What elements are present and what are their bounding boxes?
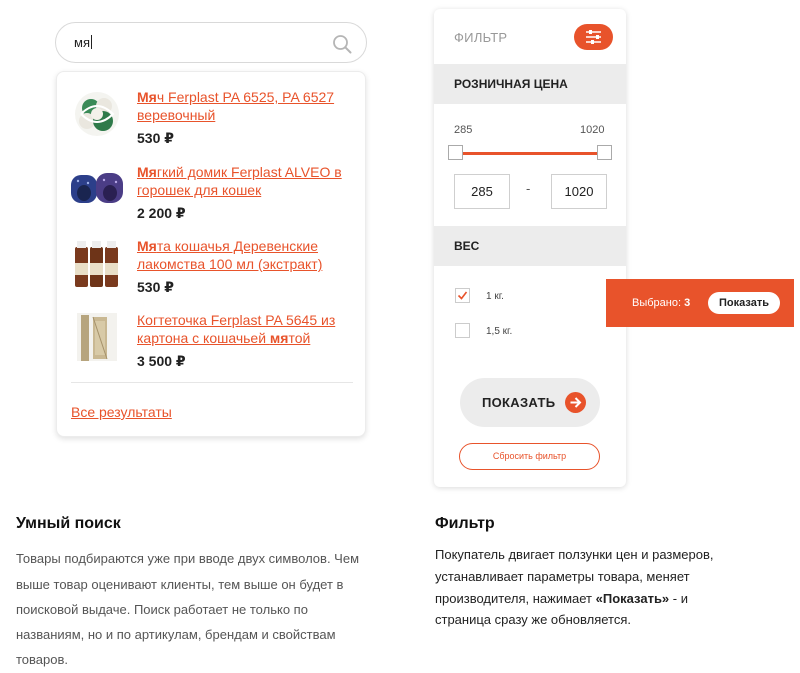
filter-title: ФИЛЬТР <box>454 30 508 45</box>
smart-search-line: Товары подбираются уже при вводе двух си… <box>16 551 360 566</box>
show-button[interactable]: ПОКАЗАТЬ <box>460 378 600 427</box>
price-min-handle[interactable] <box>448 145 463 160</box>
smart-search-heading: Умный поиск <box>16 515 121 532</box>
search-suggestions: Мяч Ferplast PA 6525, PA 6527 веревочный… <box>56 71 366 437</box>
search-result-price: 2 200 ₽ <box>137 205 186 221</box>
filter-toggle-button[interactable] <box>574 24 613 50</box>
text-caret <box>90 35 92 49</box>
range-min-label: 285 <box>454 124 473 136</box>
filter-panel: ФИЛЬТР РОЗНИЧНАЯ ЦЕНА 285 1020 285 - 102… <box>434 9 626 487</box>
selected-count-text: Выбрано: 3 <box>632 297 691 309</box>
weight-checkbox-1kg[interactable] <box>455 288 470 303</box>
all-results-link[interactable]: Все результаты <box>71 404 172 420</box>
search-result-item[interactable]: Мята кошачья Деревенские лакомства 100 м… <box>71 237 361 303</box>
rope-ball-toy-image <box>75 92 119 136</box>
smart-search-line: выше товар оценивают клиенты, тем выше о… <box>16 577 344 592</box>
search-input[interactable]: мя <box>55 22 367 63</box>
filter-info-line: производителя, нажимает «Показать» - и <box>435 591 688 606</box>
price-separator: - <box>526 181 531 196</box>
search-result-title[interactable]: Когтеточка Ferplast PA 5645 из картона с… <box>137 311 357 347</box>
smart-search-line: названиям, но и по артикулам, брендам и … <box>16 627 336 642</box>
check-icon <box>457 291 468 300</box>
arrow-right-icon <box>565 392 586 413</box>
price-max-handle[interactable] <box>597 145 612 160</box>
search-result-title[interactable]: Мята кошачья Деревенские лакомства 100 м… <box>137 237 357 273</box>
price-section-header[interactable]: РОЗНИЧНАЯ ЦЕНА <box>434 64 626 104</box>
weight-label-1-5kg[interactable]: 1,5 кг. <box>486 326 512 337</box>
search-result-price: 530 ₽ <box>137 279 174 295</box>
cardboard-scratcher-image <box>77 313 117 361</box>
filter-info-line: Покупатель двигает ползунки цен и размер… <box>435 547 714 562</box>
price-min-input[interactable]: 285 <box>454 174 510 209</box>
search-result-item[interactable]: Когтеточка Ferplast PA 5645 из картона с… <box>71 311 361 377</box>
weight-section-header[interactable]: ВЕС <box>434 226 626 266</box>
search-query[interactable]: мя <box>74 35 92 50</box>
search-result-title[interactable]: Мягкий домик Ferplast ALVEO в горошек дл… <box>137 163 357 199</box>
search-result-item[interactable]: Мягкий домик Ferplast ALVEO в горошек дл… <box>71 163 361 229</box>
search-result-price: 3 500 ₽ <box>137 353 186 369</box>
filter-info-line: устанавливает параметры товара, меняет <box>435 569 690 584</box>
selection-popup: Выбрано: 3 Показать <box>606 279 794 327</box>
range-max-label: 1020 <box>580 124 605 136</box>
weight-checkbox-1-5kg[interactable] <box>455 323 470 338</box>
sliders-icon <box>586 30 601 44</box>
search-result-title[interactable]: Мяч Ferplast PA 6525, PA 6527 веревочный <box>137 88 357 124</box>
catnip-bottles-image <box>75 241 118 287</box>
price-max-input[interactable]: 1020 <box>551 174 607 209</box>
search-icon[interactable] <box>332 34 352 54</box>
divider <box>71 382 353 383</box>
filter-info-line: страница сразу же обновляется. <box>435 612 631 627</box>
smart-search-line: поисковой выдаче. Поиск работает не толь… <box>16 602 308 617</box>
smart-search-line: товаров. <box>16 652 69 667</box>
price-range-track[interactable] <box>462 152 602 155</box>
show-button-label: ПОКАЗАТЬ <box>482 395 556 410</box>
reset-filter-button[interactable]: Сбросить фильтр <box>459 443 600 470</box>
popup-show-button[interactable]: Показать <box>708 292 780 314</box>
filter-info-heading: Фильтр <box>435 515 495 532</box>
cat-house-image <box>71 173 123 203</box>
weight-label-1kg[interactable]: 1 кг. <box>486 291 504 302</box>
search-result-item[interactable]: Мяч Ferplast PA 6525, PA 6527 веревочный… <box>71 88 361 154</box>
search-result-price: 530 ₽ <box>137 130 174 146</box>
